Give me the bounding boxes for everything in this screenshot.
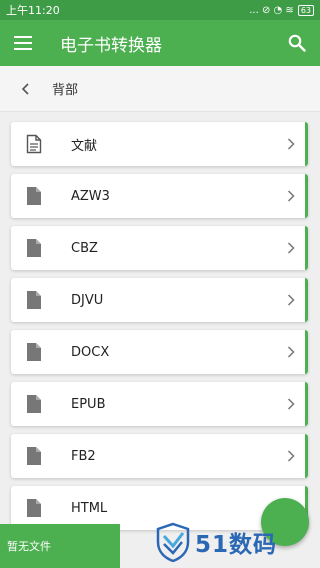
file-icon bbox=[11, 239, 57, 257]
list-item-label: CBZ bbox=[71, 240, 98, 256]
list-item[interactable]: FB2 bbox=[11, 434, 308, 478]
chevron-right-icon bbox=[274, 138, 308, 150]
menu-icon bbox=[14, 36, 32, 50]
status-indicators: ... ⊘ ◔ ≋ bbox=[249, 4, 294, 16]
menu-button[interactable] bbox=[0, 20, 46, 66]
list-item-label: EPUB bbox=[71, 396, 106, 412]
status-icons: ... ⊘ ◔ ≋ 63 bbox=[249, 4, 314, 16]
search-icon bbox=[288, 34, 306, 52]
chevron-right-icon bbox=[274, 398, 308, 410]
status-bar: 上午11:20 ... ⊘ ◔ ≋ 63 bbox=[0, 0, 320, 20]
list-item-label: AZW3 bbox=[71, 188, 110, 204]
chevron-right-icon bbox=[274, 450, 308, 462]
list-item[interactable]: EPUB bbox=[11, 382, 308, 426]
watermark: 51数码 bbox=[155, 520, 295, 564]
no-files-message: 暂无文件 bbox=[7, 540, 51, 553]
watermark-text: 51数码 bbox=[195, 532, 278, 558]
file-icon bbox=[11, 447, 57, 465]
list-item-label: 文献 bbox=[71, 138, 98, 154]
back-button[interactable] bbox=[0, 66, 52, 112]
chevron-right-icon bbox=[274, 190, 308, 202]
shield-logo-icon bbox=[156, 522, 190, 562]
document-icon bbox=[11, 134, 57, 154]
file-icon bbox=[11, 395, 57, 413]
chevron-right-icon bbox=[274, 346, 308, 358]
list-item-label: HTML bbox=[71, 500, 108, 516]
list-item[interactable]: CBZ bbox=[11, 226, 308, 270]
list-item[interactable]: DJVU bbox=[11, 278, 308, 322]
app-title: 电子书转换器 bbox=[60, 35, 162, 56]
chevron-left-icon bbox=[21, 82, 29, 95]
breadcrumb-label: 背部 bbox=[52, 83, 79, 98]
file-icon bbox=[11, 187, 57, 205]
list-item-label: FB2 bbox=[71, 448, 96, 464]
file-icon bbox=[11, 343, 57, 361]
chevron-right-icon bbox=[274, 294, 308, 306]
list-item-label: DJVU bbox=[71, 292, 104, 308]
status-time: 上午11:20 bbox=[6, 4, 60, 17]
chevron-right-icon bbox=[274, 242, 308, 254]
search-button[interactable] bbox=[274, 20, 320, 66]
file-icon bbox=[11, 291, 57, 309]
file-icon bbox=[11, 499, 57, 517]
breadcrumb: 背部 bbox=[0, 66, 320, 112]
battery-icon: 63 bbox=[297, 4, 314, 16]
format-list: 文献 AZW3 CBZ DJVU DOCX EPUB FB2 HTML bbox=[0, 112, 320, 568]
status-message-bar: 暂无文件 bbox=[0, 524, 120, 568]
list-item-label: DOCX bbox=[71, 344, 110, 360]
list-item[interactable]: 文献 bbox=[11, 122, 308, 166]
app-bar: 电子书转换器 bbox=[0, 20, 320, 66]
list-item[interactable]: DOCX bbox=[11, 330, 308, 374]
list-item[interactable]: AZW3 bbox=[11, 174, 308, 218]
